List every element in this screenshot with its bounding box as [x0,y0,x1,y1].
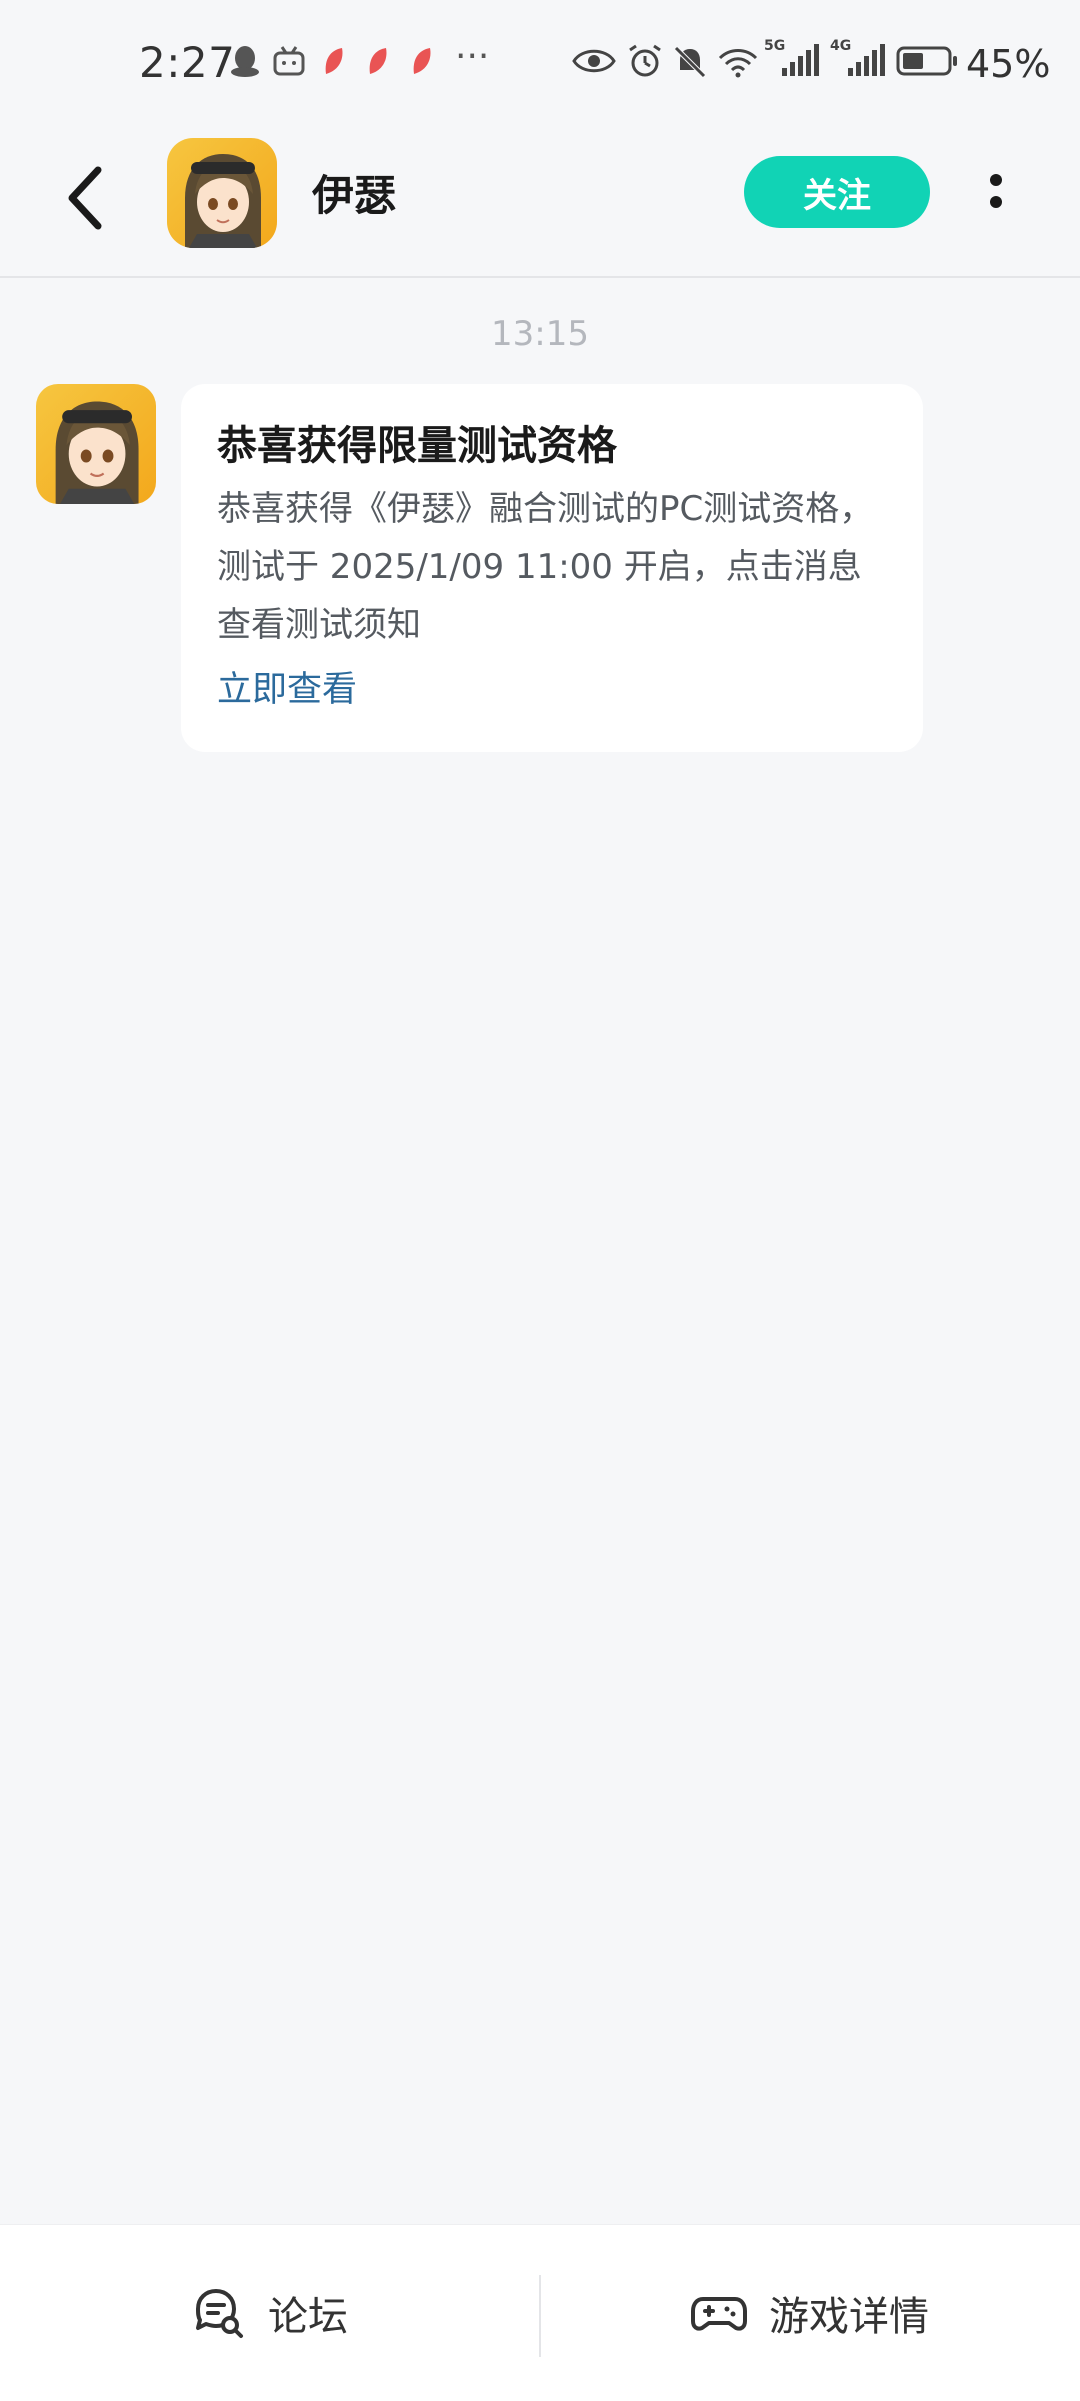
chat-title: 伊瑟 [312,171,397,220]
battery-percent: 45% [966,42,1051,86]
tab-game-details-label: 游戏详情 [769,2294,929,2340]
tab-forum-label: 论坛 [268,2294,348,2340]
red-app-icon [369,48,387,74]
game-character-avatar-icon [167,138,277,248]
chevron-left-icon [68,166,102,230]
status-bar: 2:27 ··· 5G 4G 45% [0,0,1080,132]
chat-header: 伊瑟 关注 [0,132,1080,278]
message-card[interactable]: 恭喜获得限量测试资格 恭喜获得《伊瑟》融合测试的PC测试资格， 测试于 2025… [181,384,923,752]
game-character-avatar-icon [36,384,156,504]
more-vertical-icon [990,174,1002,208]
eye-icon [572,49,616,73]
follow-button[interactable]: 关注 [744,156,930,228]
back-button[interactable] [50,158,130,238]
battery-icon [896,46,957,76]
more-options-button[interactable] [966,156,1026,228]
message-body-line: 恭喜获得《伊瑟》融合测试的PC测试资格， [217,489,874,529]
red-app-icon [325,48,343,74]
view-now-link[interactable]: 立即查看 [217,662,357,718]
red-app-icon [413,48,431,74]
forum-chat-icon [196,2289,243,2338]
message-body-line: 查看测试须知 [217,605,421,645]
message-body: 恭喜获得《伊瑟》融合测试的PC测试资格， 测试于 2025/1/09 11:00… [217,480,887,654]
message-timestamp: 13:15 [491,314,589,354]
game-avatar[interactable] [167,138,277,248]
tab-game-details[interactable]: 游戏详情 [541,2225,1079,2401]
bottom-bar: 论坛 游戏详情 [0,2224,1080,2401]
message-body-line: 测试于 2025/1/09 11:00 开启，点击消息 [217,547,862,587]
wifi-icon [718,49,758,78]
gamepad-icon [691,2297,747,2331]
qq-icon [231,46,259,77]
tab-forum[interactable]: 论坛 [0,2225,538,2401]
status-time: 2:27 [139,38,236,87]
bell-muted-icon [674,46,706,78]
sender-avatar[interactable] [36,384,156,504]
signal-icon [782,44,819,76]
message-title: 恭喜获得限量测试资格 [217,423,617,469]
more-notifications-icon: ··· [455,36,490,77]
bilibili-icon [273,46,305,76]
alarm-icon [629,44,661,77]
signal-icon [848,44,885,76]
